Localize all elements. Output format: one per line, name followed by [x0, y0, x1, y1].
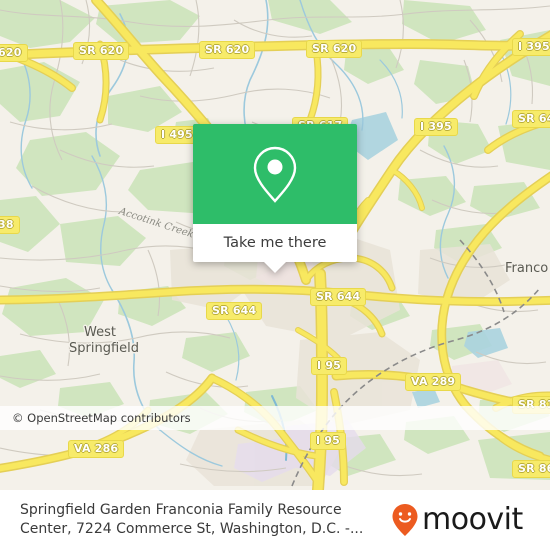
- road-shield[interactable]: SR 869: [512, 460, 550, 478]
- map-pin-icon: [253, 146, 297, 203]
- road-shield[interactable]: VA 286: [68, 440, 125, 458]
- road-shield[interactable]: SR 620: [199, 41, 256, 59]
- road-shield[interactable]: I 395: [414, 118, 458, 136]
- road-shield[interactable]: I 95: [311, 357, 348, 375]
- popup-image-placeholder: [193, 124, 357, 224]
- place-label-springfield: Springfield: [69, 341, 140, 356]
- road-shield[interactable]: 620: [0, 44, 28, 62]
- road-shield[interactable]: SR 644: [206, 302, 263, 320]
- moovit-logo[interactable]: moovit: [390, 502, 523, 538]
- popup-tail: [264, 262, 286, 273]
- location-title: Springfield Garden Franconia Family Reso…: [20, 502, 364, 537]
- map-attribution[interactable]: © OpenStreetMap contributors: [0, 406, 550, 430]
- take-me-there-button[interactable]: Take me there: [193, 224, 357, 262]
- place-label-west: West: [84, 325, 116, 340]
- road-shield[interactable]: I 95: [310, 432, 347, 450]
- place-label-franconia: Franco: [505, 261, 549, 276]
- map-screen: 620 SR 620 SR 620 SR 620 I 395 I 495 SR …: [0, 0, 550, 550]
- road-shield[interactable]: SR 620: [73, 42, 130, 60]
- moovit-pin-smile-icon: [392, 504, 418, 536]
- road-shield[interactable]: SR 620: [306, 40, 363, 58]
- road-shield[interactable]: VA 289: [405, 373, 462, 391]
- road-shield[interactable]: 38: [0, 216, 20, 234]
- road-shield[interactable]: I 395: [512, 38, 550, 56]
- location-popup[interactable]: Take me there: [193, 124, 357, 273]
- moovit-wordmark: moovit: [422, 502, 523, 537]
- map-canvas[interactable]: 620 SR 620 SR 620 SR 620 I 395 I 495 SR …: [0, 0, 550, 490]
- road-shield[interactable]: SR 644: [310, 288, 367, 306]
- footer-bar: Springfield Garden Franconia Family Reso…: [0, 490, 550, 550]
- road-shield[interactable]: SR 648: [512, 110, 550, 128]
